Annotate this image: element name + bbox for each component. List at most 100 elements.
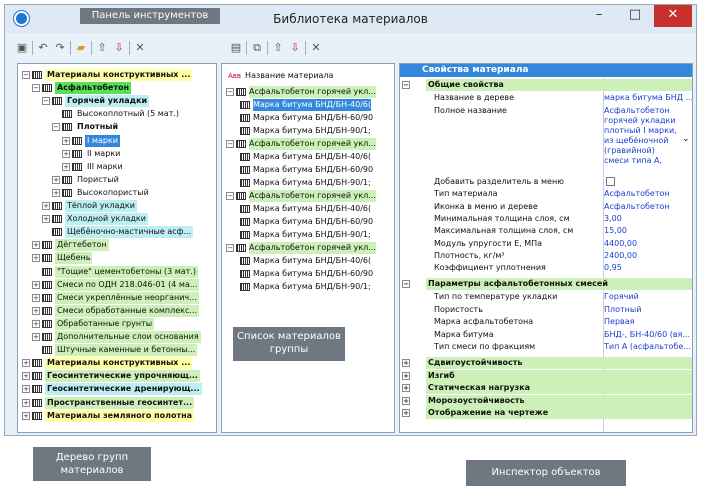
list-item[interactable]: Марка битума БНД/БН-60/90 [240,216,373,228]
group-tree[interactable]: − Материалы конструктивных ... − Асфальтобе… [17,63,217,433]
expand-toggle-icon[interactable]: + [32,280,40,289]
expand-toggle-icon[interactable]: + [22,411,30,420]
tree-item[interactable]: Штучные каменные и бетонны... [32,344,198,357]
property-row[interactable]: Минимальная толщина слоя, см 3,00 [400,213,692,225]
new-material-icon[interactable]: ▤ [229,41,243,55]
expand-toggle-icon[interactable]: + [32,333,40,341]
expand-toggle-icon[interactable]: − [226,140,234,148]
maximize-icon[interactable]: □ [620,5,650,27]
expand-toggle-icon[interactable]: − [402,280,410,288]
tree-item[interactable]: + Смеси укреплённые неорганич... [32,291,199,304]
tree-item[interactable]: + Смеси обработанные комплекс... [32,304,200,317]
minimize-icon[interactable]: – [584,5,614,27]
move-up-icon[interactable]: ⇧ [95,41,109,55]
tree-item[interactable]: − Асфальтобетон [32,82,131,95]
list-item[interactable]: Марка битума БНД/БН-90/1; [240,281,371,293]
expand-toggle-icon[interactable]: + [32,319,40,328]
expand-toggle-icon[interactable]: + [62,136,70,145]
tree-item[interactable]: − Материалы конструктивных ... [22,69,193,81]
expand-toggle-icon[interactable]: + [32,293,40,302]
copy-icon[interactable]: ⧉ [250,41,264,55]
tree-item[interactable]: Высокоплотный (5 мат.) [52,108,181,120]
section-header[interactable]: − Общие свойства [400,79,692,91]
expand-toggle-icon[interactable]: − [226,192,234,200]
tree-item[interactable]: + Пористый [52,174,121,186]
tree-item[interactable]: + Высокопористый [52,187,151,199]
undo-icon[interactable]: ↶ [36,41,50,55]
expand-toggle-icon[interactable]: + [22,385,30,394]
expand-toggle-icon[interactable]: − [226,244,234,252]
move-down-icon[interactable]: ⇩ [288,41,302,55]
list-group-row[interactable]: − Асфальтобетон горячей укл... [226,86,376,98]
expand-toggle-icon[interactable]: + [32,241,40,250]
list-item[interactable]: Марка битума БНД/БН-40/6( [240,203,371,215]
tree-item[interactable]: + Материалы конструктивных ... [22,357,193,370]
property-row[interactable]: Модуль упругости Е, МПа 4400,00 [400,238,692,250]
list-item[interactable]: Марка битума БНД/БН-90/1; [240,177,371,189]
tree-item[interactable]: + Дополнительные слои основания [32,331,201,343]
delete-icon[interactable]: ✕ [309,41,323,55]
list-header[interactable]: Авв Название материала [228,70,333,82]
expand-toggle-icon[interactable]: + [42,202,50,210]
tree-item[interactable]: + Геосинтетические упрочняющ... [22,370,200,383]
property-row[interactable]: Тип смеси по фракциям Тип А (асфальтобе..… [400,341,692,353]
property-row[interactable]: Тип по температуре укладки Горячий [400,291,692,303]
list-item[interactable]: Марка битума БНД/БН-60/90 [240,164,373,176]
tree-item[interactable]: + Пространственные геосинтет... [22,396,195,409]
separator-checkbox[interactable] [606,177,615,186]
tree-item[interactable]: + Холодной укладки [42,213,148,226]
list-group-row[interactable]: − Асфальтобетон горячей укл... [226,190,376,202]
expand-toggle-icon[interactable]: − [402,81,410,89]
expand-toggle-icon[interactable]: − [32,84,40,93]
tree-item[interactable]: − Горячей укладки [42,95,150,108]
property-row[interactable]: Название в дереве марка битума БНД ... [400,92,692,104]
redo-icon[interactable]: ↷ [53,41,67,55]
object-inspector[interactable]: Свойства материала − Общие свойства Назван… [399,63,693,433]
expand-toggle-icon[interactable]: − [22,71,30,79]
list-item[interactable]: Марка битума БНД/БН-60/90 [240,112,373,124]
tree-item[interactable]: + Дёгтебетон [32,239,109,252]
delete-icon[interactable]: ✕ [133,41,147,55]
property-row[interactable]: Максимальная толщина слоя, см 15,00 [400,225,692,237]
expand-toggle-icon[interactable]: + [32,254,40,263]
tree-item[interactable]: + I марки [62,134,120,147]
tree-item[interactable]: "Тощие" цементобетоны (3 мат.) [32,265,198,278]
property-row[interactable]: Добавить разделитель в меню [400,176,692,188]
tree-item[interactable]: + Щебень [32,252,93,265]
expand-toggle-icon[interactable]: + [32,306,40,315]
list-group-row[interactable]: − Асфальтобетон горячей укл... [226,242,376,254]
expand-toggle-icon[interactable]: + [402,384,410,393]
expand-toggle-icon[interactable]: + [402,396,410,405]
property-row[interactable]: Плотность, кг/м³ 2400,00 [400,250,692,262]
tree-item[interactable]: + Обработанные грунты [32,317,155,330]
expand-toggle-icon[interactable]: − [226,88,234,96]
expand-toggle-icon[interactable]: + [52,175,60,184]
list-item[interactable]: Марка битума БНД/БН-40/6( [240,255,371,267]
property-row[interactable]: Тип материала Асфальтобетон [400,188,692,200]
close-icon[interactable]: ✕ [654,5,692,27]
expand-toggle-icon[interactable]: + [62,162,70,171]
expand-toggle-icon[interactable]: − [52,123,60,132]
tree-item[interactable]: + Тёплой укладки [42,200,137,212]
tree-item[interactable]: + Материалы земляного полотна [22,409,195,422]
section-header[interactable]: + Изгиб [400,369,692,382]
expand-toggle-icon[interactable]: − [42,97,50,106]
save-icon[interactable]: ▣ [15,41,29,55]
expand-toggle-icon[interactable]: + [402,359,410,367]
list-group-row[interactable]: − Асфальтобетон горячей укл... [226,138,376,150]
property-row[interactable]: Марка битума БНД-, БН-40/60 (вя... [400,329,692,341]
expand-toggle-icon[interactable]: + [52,188,60,197]
section-header[interactable]: + Сдвигоустойчивость [400,357,692,369]
tree-item[interactable]: + III марки [62,161,125,173]
list-item[interactable]: Марка битума БНД/БН-60/90 [240,268,373,280]
property-row[interactable]: Марка асфальтобетона Первая [400,316,692,328]
section-header[interactable]: + Морозоустойчивость [400,394,692,407]
expand-toggle-icon[interactable]: + [22,372,30,381]
expand-toggle-icon[interactable]: + [62,149,70,158]
list-item[interactable]: Марка битума БНД/БН-40/6( [240,151,371,163]
expand-toggle-icon[interactable]: + [402,371,410,380]
property-row[interactable]: Пористость Плотный [400,304,692,316]
move-up-icon[interactable]: ⇧ [271,41,285,55]
move-down-icon[interactable]: ⇩ [112,41,126,55]
expand-toggle-icon[interactable]: + [402,409,410,418]
